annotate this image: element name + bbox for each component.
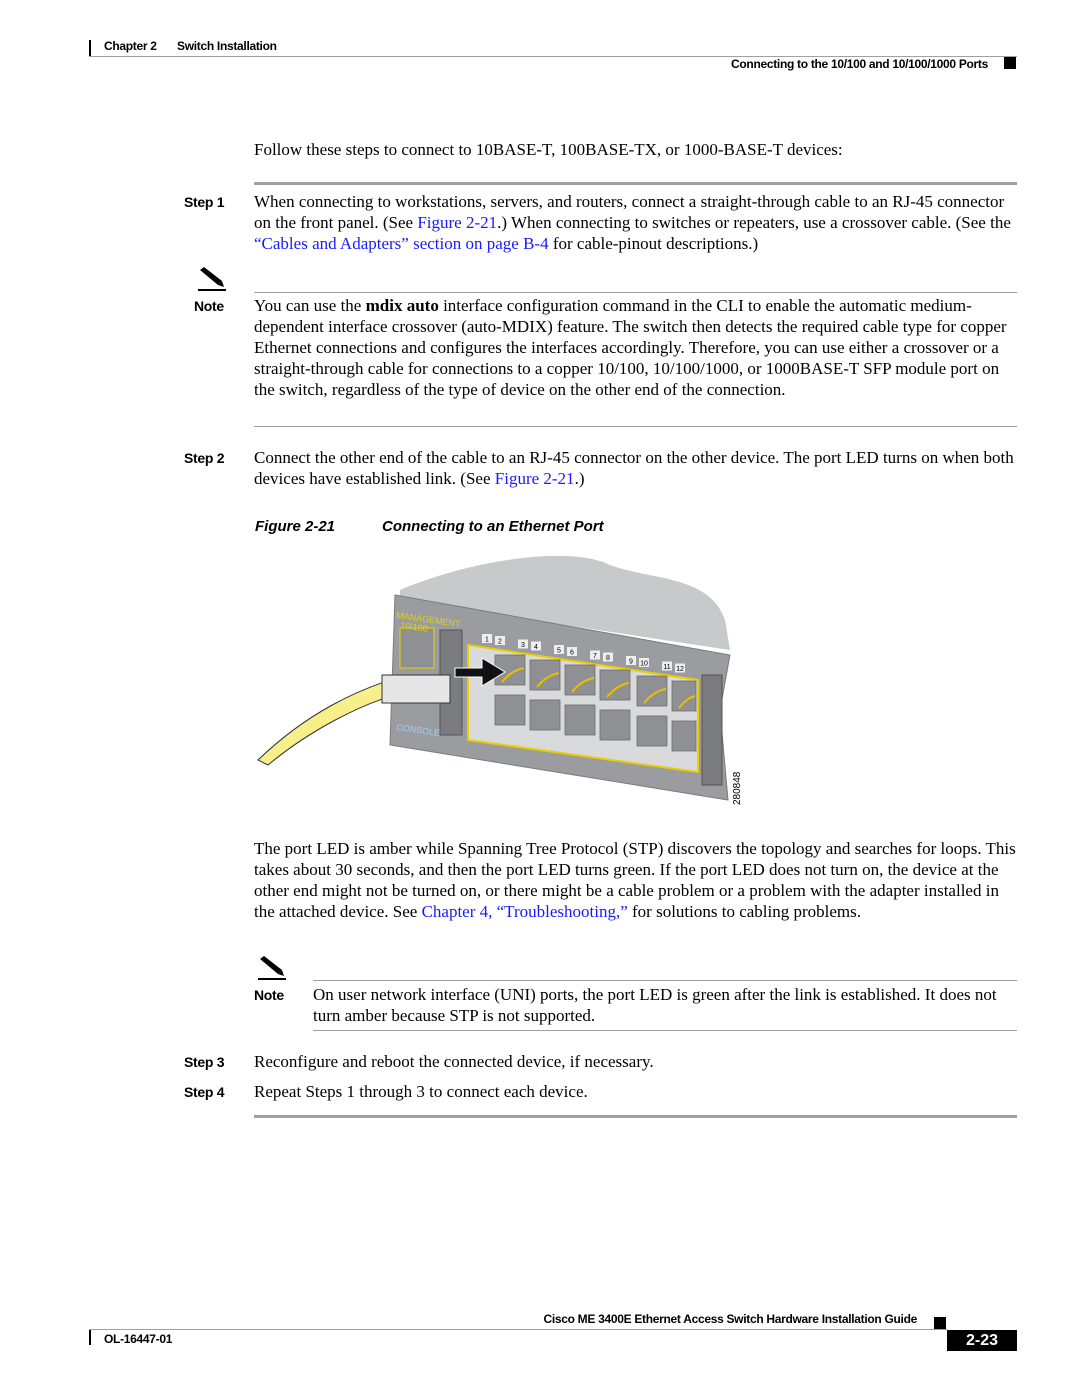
step3-text: Reconfigure and reboot the connected dev… [254,1052,654,1071]
port-number-label: 2 [498,639,502,646]
port-number-label: 10 [640,661,648,668]
header-left-bar [89,40,91,56]
port-number-label: 4 [534,644,538,651]
port-number-label: 11 [663,664,670,671]
step1-text-3: for cable-pinout descriptions.) [548,234,759,253]
steps-bottom-rule [254,1115,1017,1118]
header-black-square [1004,57,1016,69]
figure-id-label: 280848 [732,771,743,805]
intro-text: Follow these steps to connect to 10BASE-… [254,140,843,159]
step4-text: Repeat Steps 1 through 3 to connect each… [254,1082,588,1101]
footer-left-bar [89,1330,91,1345]
note-pencil-icon [258,956,286,980]
management-port [399,627,435,669]
footer-guide-title: Cisco ME 3400E Ethernet Access Switch Ha… [543,1312,917,1326]
steps-top-rule [254,182,1017,185]
rj45-connector [381,674,451,704]
note2-label: Note [254,987,284,1003]
step1-text: When connecting to workstations, servers… [254,191,1016,254]
note-pencil-icon [198,267,226,291]
switch-illustration: MANAGEMENT 10/100 CONSOLE 280848 1234567… [257,555,743,805]
footer-rule [89,1329,947,1330]
step4-label: Step 4 [184,1084,225,1100]
mdix-auto-command: mdix auto [365,296,439,315]
footer-doc-number: OL-16447-01 [104,1332,173,1346]
port-number-label: 12 [676,666,684,673]
port-number-label: 8 [606,655,610,662]
header-chapter-title: Switch Installation [177,39,277,53]
troubleshooting-link[interactable]: Chapter 4, “Troubleshooting,” [422,902,628,921]
port-number-label: 5 [557,648,561,655]
note1-text-1: You can use the [254,296,366,315]
note2-top-rule [313,980,1017,981]
step1-label: Step 1 [184,194,225,210]
step2-label: Step 2 [184,450,225,466]
header-chapter: Chapter 2 [104,39,157,53]
port-number-label: 9 [629,659,633,666]
figure-2-21-link[interactable]: Figure 2-21 [417,213,497,232]
port-number-label: 7 [593,653,597,660]
figure-title: Connecting to an Ethernet Port [382,518,604,535]
note2-text: On user network interface (UNI) ports, t… [313,985,997,1025]
port-number-label: 6 [570,650,574,657]
step2-text: Connect the other end of the cable to an… [254,447,1016,489]
figure-2-21-link[interactable]: Figure 2-21 [495,469,575,488]
note1-bottom-rule [254,426,1017,427]
ethernet-cable [257,679,396,766]
note1-text: You can use the mdix auto interface conf… [254,295,1016,400]
header-section: Connecting to the 10/100 and 10/100/1000… [731,57,988,71]
step2-text-1: Connect the other end of the cable to an… [254,448,1014,488]
note2-bottom-rule [313,1030,1017,1031]
footer-page-box: 2-23 [947,1330,1017,1351]
para-text-2: for solutions to cabling problems. [627,902,862,921]
page-number: 2-23 [965,1332,999,1349]
note1-top-rule [254,292,1017,293]
port-led-paragraph: The port LED is amber while Spanning Tre… [254,838,1016,922]
note1-label: Note [194,298,224,314]
footer-black-square [934,1317,946,1329]
port-number-label: 3 [521,642,525,649]
step1-text-2: .) When connecting to switches or repeat… [497,213,1011,232]
port-number-label: 1 [485,637,489,644]
figure-number: Figure 2-21 [255,518,336,535]
step3-label: Step 3 [184,1054,225,1070]
step2-text-2: .) [574,469,585,488]
cables-adapters-link[interactable]: “Cables and Adapters” section on page B-… [254,234,549,253]
